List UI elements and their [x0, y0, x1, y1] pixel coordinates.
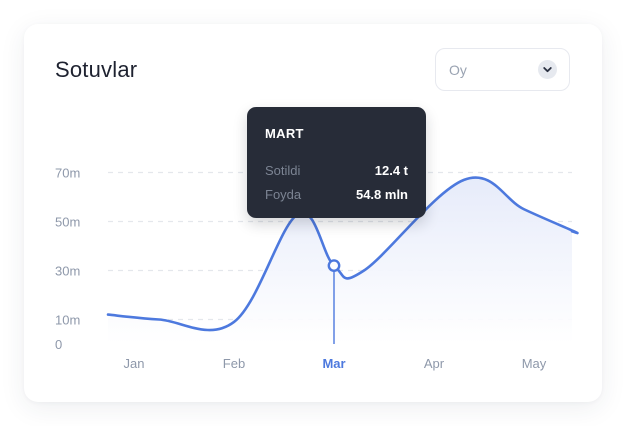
active-point-marker[interactable] [327, 259, 341, 273]
data-tooltip: MART Sotildi 12.4 t Foyda 54.8 mln [247, 107, 426, 218]
y-tick-label: 30m [55, 264, 80, 279]
tooltip-sold-value: 12.4 t [374, 163, 408, 178]
x-tick-label: Apr [424, 356, 445, 371]
y-tick-label: 0 [55, 337, 62, 352]
sales-card: Sotuvlar Oy 0 10m 30m 50m 70m Jan Feb Mar Apr May… [24, 24, 602, 402]
tooltip-sold-label: Sotildi [265, 163, 301, 178]
x-tick-label: May [522, 356, 547, 371]
x-tick-label: Jan [124, 356, 145, 371]
y-tick-label: 70m [55, 166, 80, 181]
tooltip-profit-label: Foyda [265, 187, 302, 202]
tooltip-title: MART [265, 126, 304, 141]
y-tick-label: 50m [55, 215, 80, 230]
tooltip-profit-value: 54.8 mln [355, 187, 408, 202]
x-tick-label: Mar [322, 356, 345, 371]
x-tick-label: Feb [223, 356, 245, 371]
y-tick-label: 10m [55, 313, 80, 328]
